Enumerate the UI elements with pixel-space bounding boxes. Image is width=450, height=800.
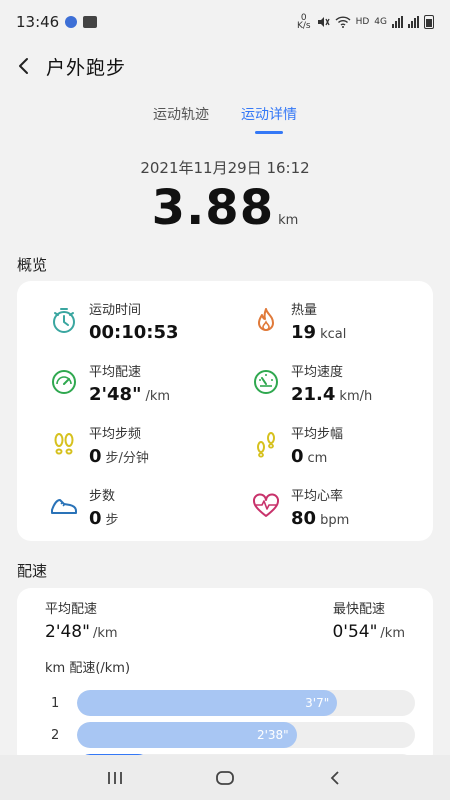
- tab-track[interactable]: 运动轨迹: [151, 100, 211, 134]
- stat-label: 步数: [89, 489, 116, 504]
- back-arrow-icon: [330, 770, 339, 785]
- stat-value: 0步: [89, 508, 119, 529]
- workout-datetime: 2021年11月29日 16:12: [140, 159, 310, 177]
- shoe-icon: [49, 491, 79, 521]
- message-icon: [83, 16, 98, 28]
- stat-calories: 热量 19 kcal: [251, 299, 346, 343]
- battery-icon: [424, 15, 434, 29]
- page-title: 户外跑步: [46, 56, 127, 79]
- pace-row: 1 3'7": [51, 689, 415, 717]
- pace-row-km: 2: [51, 727, 60, 743]
- pace-row: 2 2'38": [51, 721, 415, 749]
- home-icon: [216, 770, 234, 785]
- stat-value: 80 bpm: [291, 508, 350, 529]
- stat-duration: 运动时间 00:10:53: [49, 299, 179, 343]
- stat-label: 平均配速: [89, 365, 142, 380]
- pace-bar-track: 3'7": [77, 690, 415, 716]
- stat-label: 平均步幅: [291, 427, 344, 442]
- network-type: 4G: [374, 17, 387, 27]
- pace-card: 平均配速 2'48"/km 最快配速 0'54"/km km 配速(/km) 1…: [17, 588, 433, 780]
- pace-title: 配速: [17, 562, 48, 580]
- heart-rate-icon: [251, 491, 281, 521]
- pace-row-km: 1: [51, 695, 60, 711]
- avg-pace-value: 2'48"/km: [45, 622, 118, 642]
- stopwatch-icon: [49, 305, 79, 335]
- status-time: 13:46: [16, 13, 60, 31]
- pace-bar-label: 3'7": [305, 696, 330, 710]
- app-header: 户外跑步: [0, 44, 450, 88]
- pace-bar-fill: [77, 690, 338, 716]
- system-nav-bar: [0, 755, 450, 800]
- net-speed: 0 K/s: [296, 13, 311, 31]
- stat-steps: 步数 0步: [49, 485, 119, 529]
- stat-label: 运动时间: [89, 303, 142, 318]
- stat-value: 00:10:53: [89, 322, 179, 343]
- fastest-pace-value: 0'54"/km: [332, 622, 405, 642]
- stat-label: 平均速度: [291, 365, 344, 380]
- speedometer-icon: [49, 367, 79, 397]
- hd-label: HD: [355, 17, 370, 27]
- stat-cadence: 平均步频 0 步/分钟: [49, 423, 149, 467]
- stat-label: 热量: [291, 303, 318, 318]
- mute-icon: [317, 17, 330, 27]
- chevron-left-icon: [19, 58, 28, 74]
- signal-icon: [392, 16, 403, 28]
- overview-title: 概览: [17, 256, 48, 274]
- app-notification-icon: [65, 16, 78, 28]
- stat-label: 平均步频: [89, 427, 142, 442]
- stat-heart-rate: 平均心率 80 bpm: [251, 485, 349, 529]
- status-bar: 13:46 0 K/s HD 4G: [0, 0, 450, 44]
- avg-pace-label: 平均配速: [45, 602, 98, 617]
- pace-bar-label: 2'38": [256, 728, 289, 742]
- stat-avg-speed: 平均速度 21.4 km/h: [251, 361, 372, 405]
- stat-value: 19 kcal: [291, 322, 347, 343]
- recent-apps-button[interactable]: [95, 758, 135, 798]
- distance-display: 3.88 km: [0, 180, 450, 236]
- footstep-icon: [251, 429, 281, 459]
- distance-unit: km: [278, 213, 299, 228]
- tab-bar: 运动轨迹 运动详情: [0, 100, 450, 134]
- gauge-icon: [251, 367, 281, 397]
- distance-value: 3.88: [151, 180, 275, 236]
- pace-table-header: km 配速(/km): [45, 661, 131, 676]
- fastest-pace-label: 最快配速: [332, 602, 385, 617]
- wifi-icon: [335, 16, 351, 28]
- home-button[interactable]: [205, 758, 245, 798]
- recent-apps-icon: [108, 771, 122, 784]
- stat-value: 0 步/分钟: [89, 446, 149, 467]
- overview-card: 运动时间 00:10:53 热量 19 kcal 平均配速 2'48"/km 平均…: [17, 281, 433, 541]
- tab-details[interactable]: 运动详情: [239, 100, 299, 134]
- signal-2-icon: [408, 16, 419, 28]
- stat-avg-pace: 平均配速 2'48"/km: [49, 361, 170, 405]
- flame-icon: [251, 305, 281, 335]
- stat-label: 平均心率: [291, 489, 344, 504]
- stat-value: 2'48"/km: [89, 384, 171, 405]
- nav-back-button[interactable]: [315, 758, 355, 798]
- pace-bar-track: 2'38": [77, 722, 415, 748]
- stat-value: 21.4 km/h: [291, 384, 373, 405]
- back-button[interactable]: [2, 44, 46, 88]
- footprints-icon: [49, 429, 79, 459]
- stat-value: 0 cm: [291, 446, 328, 467]
- stat-stride: 平均步幅 0 cm: [251, 423, 343, 467]
